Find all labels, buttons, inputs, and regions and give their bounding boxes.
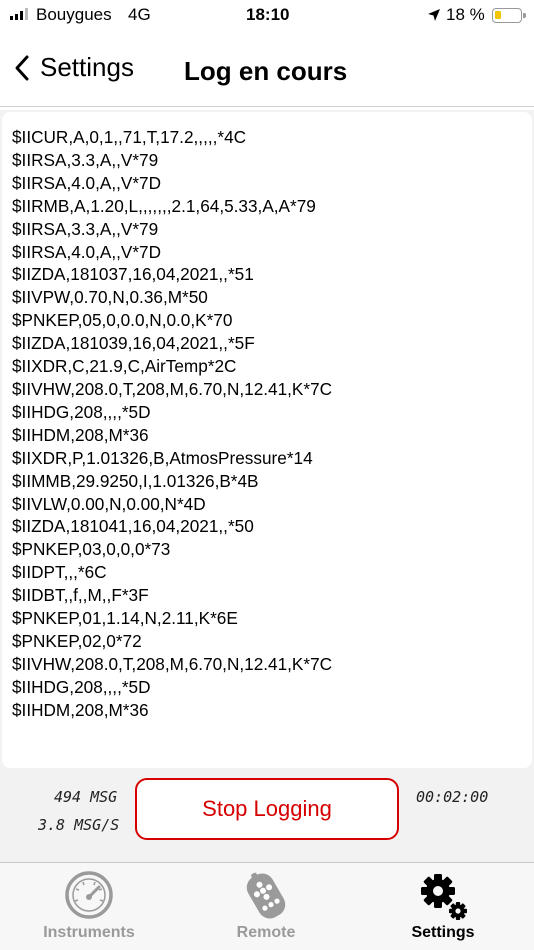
log-line: $IIZDA,181041,16,04,2021,,*50 (12, 516, 254, 537)
remote-icon (239, 869, 293, 928)
status-bar: Bouygues 4G 18:10 18 % (0, 0, 534, 32)
tab-instruments-label: Instruments (43, 924, 135, 941)
tab-remote-label: Remote (236, 924, 296, 941)
battery-percentage: 18 % (446, 5, 485, 24)
navigation-bar: Settings Log en cours (0, 40, 534, 104)
gauge-icon (63, 869, 115, 926)
log-line: $IIHDM,208,M*36 (12, 424, 149, 445)
location-arrow-icon (427, 7, 441, 27)
log-line: $IIMMB,29.9250,I,1.01326,B*4B (12, 470, 259, 491)
gears-icon (416, 869, 470, 928)
log-line: $IIHDM,208,M*36 (12, 699, 149, 720)
log-line: $IIZDA,181037,16,04,2021,,*51 (12, 264, 254, 285)
log-line: $IIHDG,208,,,,*5D (12, 401, 151, 422)
tab-instruments[interactable]: Instruments (9, 863, 169, 950)
carrier-name: Bouygues (36, 5, 112, 24)
network-type: 4G (128, 5, 151, 24)
message-count: 494 MSG (54, 788, 118, 806)
signal-strength-icon (10, 8, 28, 20)
tab-remote[interactable]: Remote (186, 863, 346, 950)
back-button[interactable]: Settings (14, 52, 134, 83)
log-line: $IIZDA,181039,16,04,2021,,*5F (12, 333, 255, 354)
log-container: $IICUR,A,0,1,,71,T,17.2,,,,,*4C $IIRSA,3.… (0, 110, 534, 770)
status-time: 18:10 (246, 5, 290, 24)
log-line: $IICUR,A,0,1,,71,T,17.2,,,,,*4C (12, 127, 247, 147)
log-line: $IIVHW,208.0,T,208,M,6.70,N,12.41,K*7C (12, 378, 333, 399)
log-line: $PNKEP,03,0,0,0*73 (12, 539, 171, 560)
stop-logging-button[interactable]: Stop Logging (135, 778, 399, 840)
log-line: $IIRMB,A,1.20,L,,,,,,,2.1,64,5.33,A,A*79 (12, 195, 316, 216)
log-line: $IIDBT,,f,,M,,F*3F (12, 585, 149, 606)
page-title: Log en cours (184, 56, 348, 86)
log-line: $PNKEP,02,0*72 (12, 630, 142, 651)
log-line: $IIRSA,4.0,A,,V*7D (12, 172, 162, 193)
log-line: $IIRSA,3.3,A,,V*79 (12, 218, 159, 239)
log-line: $IIHDG,208,,,,*5D (12, 676, 151, 697)
log-line: $IIDPT,,,*6C (12, 562, 107, 583)
log-line: $PNKEP,01,1.14,N,2.11,K*6E (12, 608, 238, 629)
back-button-label: Settings (40, 52, 134, 82)
tab-settings-label: Settings (411, 924, 475, 941)
battery-icon (492, 8, 526, 23)
log-line: $IIRSA,4.0,A,,V*7D (12, 241, 162, 262)
chevron-left-icon (15, 55, 29, 80)
log-line: $IIVLW,0.00,N,0.00,N*4D (12, 493, 206, 514)
message-rate: 3.8 MSG/S (38, 816, 120, 834)
divider (0, 106, 534, 107)
log-line: $IIXDR,C,21.9,C,AirTemp*2C (12, 356, 237, 377)
log-line: $IIRSA,3.3,A,,V*79 (12, 149, 159, 170)
log-line: $PNKEP,05,0,0.0,N,0.0,K*70 (12, 310, 233, 331)
log-line: $IIVPW,0.70,N,0.36,M*50 (12, 287, 208, 308)
logging-timer: 00:02:00 (416, 788, 489, 806)
tab-bar: Instruments Remote Settings (0, 863, 534, 950)
log-line: $IIVHW,208.0,T,208,M,6.70,N,12.41,K*7C (12, 653, 333, 674)
nmea-log-view[interactable]: $IICUR,A,0,1,,71,T,17.2,,,,,*4C $IIRSA,3.… (2, 112, 532, 768)
log-line: $IIXDR,P,1.01326,B,AtmosPressure*14 (12, 447, 313, 468)
tab-settings[interactable]: Settings (363, 863, 523, 950)
logging-controls: 494 MSG 3.8 MSG/S Stop Logging 00:02:00 (0, 770, 534, 862)
